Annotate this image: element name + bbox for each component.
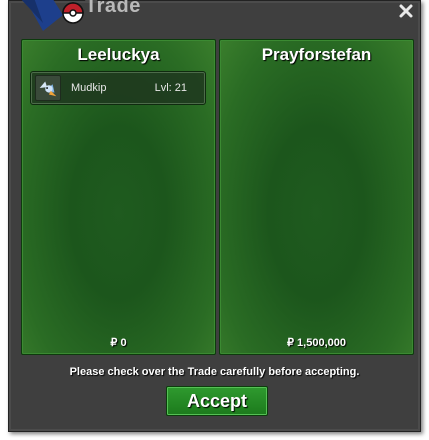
trade-panel-left: Leeluckya Mudkip Lvl: 21 ₽ 0 [21,39,216,355]
trade-window: Trade Leeluckya Mudkip Lvl: 21 ₽ 0 Prayf… [8,0,421,432]
window-title: Trade [85,0,141,17]
accept-button[interactable]: Accept [166,386,268,416]
close-icon[interactable] [398,3,414,19]
pokeball-logo-icon [21,0,84,31]
pokemon-sprite-icon [35,75,61,101]
money-offer: ₽ 1,500,000 [287,337,346,349]
money-offer: ₽ 0 [110,337,127,349]
title-bar[interactable]: Trade [9,0,420,31]
trade-item-row[interactable]: Mudkip Lvl: 21 [30,71,206,105]
item-name: Mudkip [71,82,107,94]
player-name: Prayforstefan [261,45,372,64]
item-level: Lvl: 21 [154,82,187,94]
trade-notice: Please check over the Trade carefully be… [69,366,360,378]
trade-panel-right: Prayforstefan ₽ 1,500,000 [219,39,414,355]
player-name: Leeluckya [77,45,160,64]
